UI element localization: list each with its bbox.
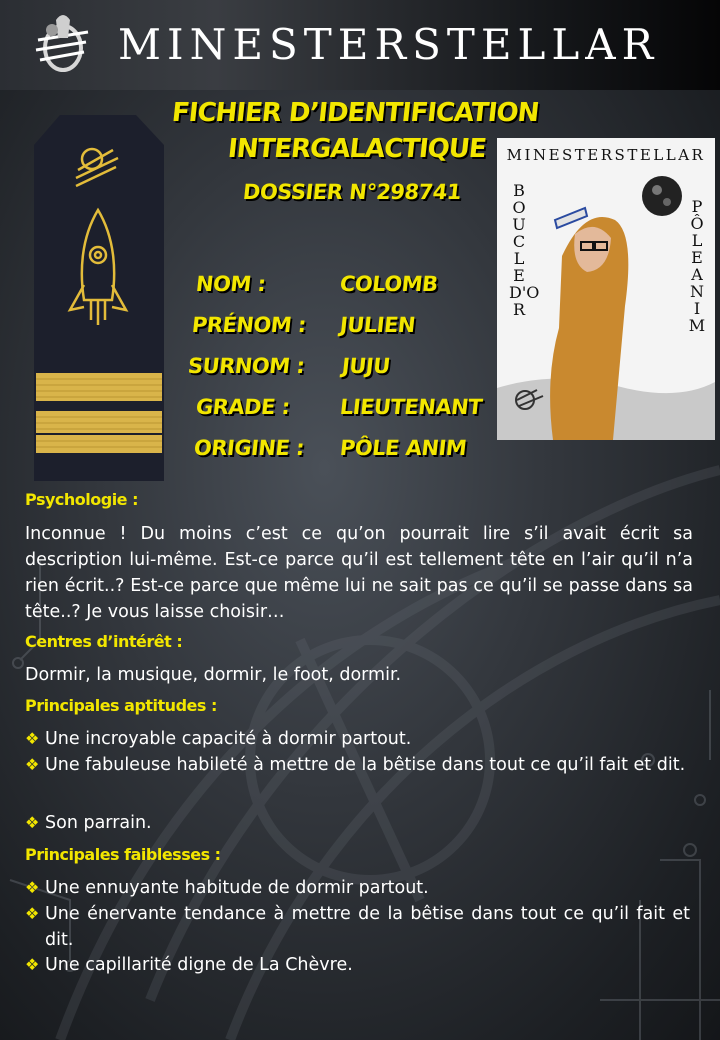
field-value-origine: PÔLE ANIM [338, 436, 468, 460]
photo-vertical-left: BOUCLE D'OR [509, 181, 540, 319]
field-label-origine: ORIGINE : [192, 436, 306, 460]
field-value-surnom: JUJU [340, 354, 391, 378]
field-label-surnom: SURNOM : [186, 354, 306, 378]
diamond-bullet-icon: ❖ [25, 729, 40, 748]
field-value-nom: COLOMB [338, 272, 439, 296]
faiblesse-item: ❖ Une ennuyante habitude de dormir parto… [25, 875, 690, 901]
section-title-aptitudes: Principales aptitudes : [25, 696, 217, 715]
document-title-line-2: INTERGALACTIQUE [226, 134, 488, 164]
dossier-number: DOSSIER N°298741 [241, 180, 463, 204]
faiblesse-item: ❖ Une énervante tendance à mettre de la … [25, 901, 690, 953]
field-value-grade: LIEUTENANT [338, 395, 484, 419]
diamond-bullet-icon: ❖ [25, 878, 40, 897]
document-title-line-1: FICHIER D’IDENTIFICATION [170, 98, 540, 128]
field-label-grade: GRADE : [194, 395, 291, 419]
profile-photo: MINESTERSTELLAR BOUCLE D'OR PÔLE ANIM [497, 138, 715, 440]
psychologie-text: Inconnue ! Du moins c’est ce qu’on pourr… [25, 524, 693, 622]
field-value-prenom: JULIEN [338, 313, 417, 337]
diamond-bullet-icon: ❖ [25, 813, 40, 832]
aptitude-item: ❖ Son parrain. [25, 810, 690, 836]
photo-vertical-right: PÔLE ANIM [688, 197, 706, 335]
faiblesse-item: ❖ Une capillarité digne de La Chèvre. [25, 952, 690, 978]
rocket-logo-icon [35, 15, 89, 72]
section-title-interets: Centres d’intérêt : [25, 632, 183, 651]
interets-text: Dormir, la musique, dormir, le foot, dor… [25, 665, 402, 685]
aptitude-item: ❖ Une fabuleuse habileté à mettre de la … [25, 752, 690, 778]
section-title-faiblesses: Principales faiblesses : [25, 845, 221, 864]
aptitude-item: ❖ Une incroyable capacité à dormir parto… [25, 726, 690, 752]
brand-title: MINESTERSTELLAR [118, 20, 660, 69]
section-title-psychologie: Psychologie : [25, 490, 139, 509]
field-label-prenom: PRÉNOM : [190, 313, 308, 337]
field-label-nom: NOM : [194, 272, 267, 296]
header-banner: MINESTERSTELLAR [0, 0, 720, 90]
diamond-bullet-icon: ❖ [25, 904, 40, 923]
epaulette-insignia-icon [34, 115, 164, 481]
diamond-bullet-icon: ❖ [25, 955, 40, 974]
diamond-bullet-icon: ❖ [25, 755, 40, 774]
